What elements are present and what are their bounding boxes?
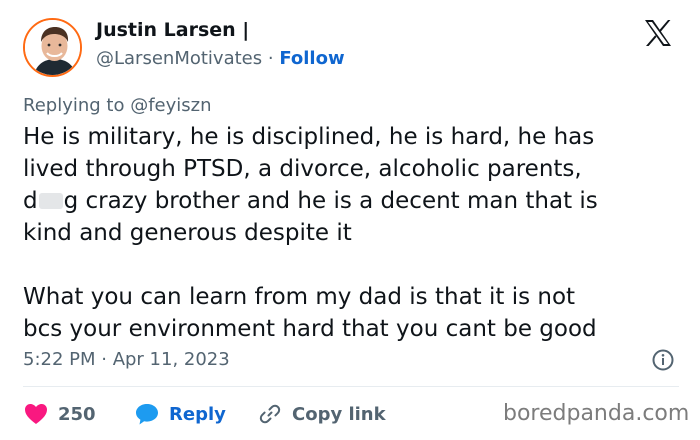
like-button[interactable]: 250	[24, 401, 96, 427]
timestamp[interactable]: 5:22 PM · Apr 11, 2023	[23, 349, 230, 370]
tweet-line: lived through PTSD, a divorce, alcoholic…	[23, 156, 582, 182]
separator-dot: ·	[267, 48, 274, 69]
follow-button[interactable]: Follow	[279, 48, 344, 69]
copy-link-button[interactable]: Copy link	[258, 401, 386, 427]
heart-icon	[25, 404, 47, 424]
tweet-text-fragment: d	[23, 188, 38, 214]
replying-to[interactable]: Replying to @feyiszn	[23, 95, 212, 116]
copy-link-label: Copy link	[292, 403, 386, 425]
avatar-portrait-icon	[25, 20, 80, 75]
link-icon	[259, 404, 281, 424]
reply-label: Reply	[169, 403, 226, 425]
avatar[interactable]	[23, 18, 82, 77]
watermark: boredpanda.com	[503, 401, 690, 426]
tweet-text-fragment: g crazy brother and he is a decent man t…	[63, 188, 598, 214]
tweet-line: d g crazy brother and he is a decent man …	[23, 185, 683, 217]
info-icon[interactable]	[652, 349, 674, 371]
reply-button[interactable]: Reply	[135, 401, 226, 427]
speech-bubble-icon	[136, 404, 158, 425]
tweet-line: He is military, he is disciplined, he is…	[23, 124, 595, 150]
like-count: 250	[58, 403, 96, 425]
author-name[interactable]: Justin Larsen |	[96, 19, 249, 41]
author-handle-row: @LarsenMotivates · Follow	[96, 48, 345, 69]
divider	[23, 386, 679, 387]
censor-blur	[38, 193, 63, 209]
author-handle[interactable]: @LarsenMotivates	[96, 48, 262, 69]
tweet-line: bcs your environment hard that you cant …	[23, 316, 597, 342]
tweet-line: kind and generous despite it	[23, 220, 352, 246]
x-logo-icon[interactable]	[643, 18, 673, 48]
tweet-body: He is military, he is disciplined, he is…	[23, 121, 683, 345]
tweet-line: What you can learn from my dad is that i…	[23, 284, 576, 310]
